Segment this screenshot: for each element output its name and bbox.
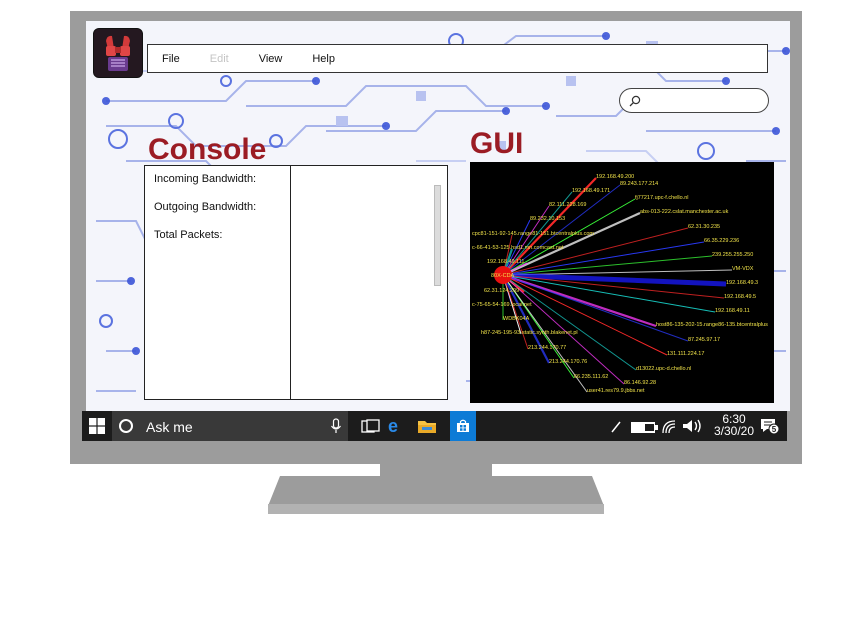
console-stats: Incoming Bandwidth: Outgoing Bandwidth: … (145, 166, 291, 399)
outgoing-bandwidth-label: Outgoing Bandwidth: (154, 201, 257, 213)
graph-node-label[interactable]: 86.146.92.28 (624, 380, 656, 386)
microphone-icon[interactable] (330, 418, 342, 434)
graph-node-label[interactable]: 239.255.255.250 (712, 252, 753, 258)
notification-icon: 5 (761, 419, 780, 435)
menu-bar: File Edit View Help (147, 44, 768, 73)
screen: File Edit View Help Console GUI Incoming… (86, 21, 790, 411)
app-logo[interactable] (93, 28, 143, 78)
wifi-icon[interactable] (662, 417, 676, 435)
cortana-search[interactable]: Ask me (112, 411, 348, 441)
graph-node-label[interactable]: h87-245-195-93-static.synth.blakenet.pl (481, 330, 578, 336)
center-node-label: 80X-CDA (491, 273, 515, 279)
graph-edge (502, 272, 727, 287)
graph-node-label[interactable]: 82.111.228.169 (549, 202, 586, 208)
menu-help[interactable]: Help (312, 53, 335, 65)
notification-count: 5 (772, 425, 777, 434)
console-panel: Incoming Bandwidth: Outgoing Bandwidth: … (144, 165, 448, 400)
incoming-bandwidth-label: Incoming Bandwidth: (154, 173, 257, 185)
task-view-icon[interactable] (360, 416, 382, 436)
console-heading: Console (148, 133, 267, 166)
clock-date: 3/30/20 (713, 424, 755, 438)
graph-node-label[interactable]: 66.35.229.236 (704, 238, 739, 244)
menu-edit[interactable]: Edit (210, 53, 229, 65)
graph-node-label[interactable]: 89.243.177.214 (620, 181, 658, 187)
graph-node-label[interactable]: fj77217.upc-f.chello.nl (635, 195, 689, 201)
file-explorer-icon[interactable] (416, 416, 438, 436)
graph-node-label[interactable]: d13022.upc-d.chello.nl (636, 366, 691, 372)
graph-edge (502, 274, 637, 371)
graph-edge (502, 255, 713, 276)
graph-node-label[interactable]: user41.res79.9.jbbs.net (587, 388, 645, 394)
menu-view[interactable]: View (259, 53, 283, 65)
graph-edge (502, 274, 668, 356)
start-button[interactable] (82, 411, 112, 441)
edge-browser-icon[interactable]: e (386, 416, 408, 436)
graph-node-label[interactable]: WDBK04A (503, 316, 530, 322)
action-center-button[interactable]: 5 (760, 417, 780, 435)
graph-node-label[interactable]: 192.168.49.3 (726, 280, 758, 286)
graph-node-label[interactable]: c-75-65-54-169.local.net (472, 302, 532, 308)
windows-icon (89, 418, 105, 434)
graph-node-label[interactable]: VM-VDX (732, 266, 754, 272)
graph-node-label[interactable]: host86-135-202-15.range86-135.btcentralp… (656, 322, 768, 328)
console-scrollbar[interactable] (434, 185, 441, 286)
battery-icon[interactable] (630, 417, 660, 435)
search-icon (629, 95, 641, 107)
network-graph-canvas: 192.168.49.20089.243.177.214 192.168.49.1… (472, 174, 768, 394)
volume-icon[interactable] (681, 417, 705, 435)
graph-node-label[interactable]: 66.235.111.62 (574, 374, 608, 380)
monitor-stand-base (268, 476, 604, 514)
graph-node-label[interactable]: c-66-41-53-125.hsd1.mn.comcast.net (472, 245, 564, 251)
console-output[interactable] (291, 166, 447, 399)
graph-node-label[interactable]: 213.244.170.77 (528, 345, 566, 351)
taskbar: Ask me e 6:30 3/30/20 5 (82, 411, 787, 441)
graph-node-label[interactable]: 192.168.49.111 (487, 259, 524, 265)
graph-node-label[interactable]: cpc81-151-92-145.range81-151.btcentralpl… (472, 231, 594, 237)
total-packets-label: Total Packets: (154, 229, 223, 241)
graph-node-label[interactable]: 192.168.49.171 (572, 188, 610, 194)
store-app-button[interactable] (450, 411, 476, 441)
menu-file[interactable]: File (162, 53, 180, 65)
graph-node-label[interactable]: 89.232.10.153 (530, 216, 565, 222)
graph-node-label[interactable]: 62.31.124.209 (484, 288, 519, 294)
clock[interactable]: 6:30 3/30/20 (708, 413, 760, 437)
cortana-icon (119, 419, 133, 433)
graph-node-label[interactable]: 87.245.97.17 (688, 337, 720, 343)
graph-node-label[interactable]: 192.168.49.5 (724, 294, 756, 300)
graph-node-label[interactable]: 192.168.49.200 (596, 174, 634, 180)
graph-node-label[interactable]: 192.168.49.11 (715, 308, 750, 314)
gui-heading: GUI (470, 127, 524, 160)
network-graph[interactable]: 192.168.49.200 89.243.177.214 192.168.49.1… (470, 162, 774, 403)
store-icon (457, 419, 469, 432)
search-box (619, 88, 769, 113)
search-input[interactable] (646, 92, 764, 111)
pen-icon[interactable] (610, 417, 622, 435)
graph-node-label[interactable]: 62.31.30.235 (688, 224, 720, 230)
graph-node-label[interactable]: 131.111.224.17 (667, 351, 704, 357)
svg-text:e: e (388, 416, 398, 436)
cortana-search-text: Ask me (146, 419, 193, 435)
graph-node-label[interactable]: 213.244.170.76 (549, 359, 587, 365)
graph-node-label[interactable]: abs-013-222.cslat.manchester.ac.uk (640, 209, 729, 215)
